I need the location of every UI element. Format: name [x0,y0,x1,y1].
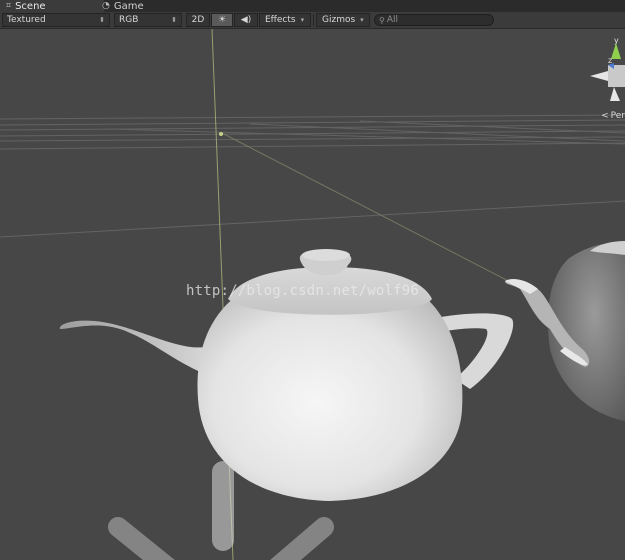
toggle-2d-button[interactable]: 2D [186,13,210,27]
gizmos-dropdown[interactable]: Gizmos ▾ [316,13,370,27]
scene-lighting-button[interactable]: ☀ [211,13,233,27]
tab-game[interactable]: ◔ Game [96,0,188,12]
scene-audio-button[interactable]: ◀) [234,13,258,27]
scene-toolbar: Textured ⬍ RGB ⬍ 2D ☀ ◀) Effects ▾ Gizmo… [0,12,625,29]
unity-editor: ⌗ Scene ◔ Game Textured ⬍ RGB ⬍ 2D ☀ ◀) … [0,0,625,560]
scene-grid [0,114,625,238]
watermark-text: http://blog.csdn.net/wolf96 [186,283,419,299]
speaker-icon: ◀) [240,15,252,25]
projection-toggle[interactable]: < Per [601,111,625,121]
gizmo-label-z: z [608,56,612,65]
chevron-down-icon: ▾ [300,16,305,24]
search-placeholder: All [386,15,399,25]
gizmo-axis-down-cone[interactable] [610,87,620,101]
teapot2-spout-tip [505,279,538,294]
teapot-body [197,282,463,501]
gizmo-axis-y-cone[interactable] [611,43,621,59]
updown-caret-icon: ⬍ [171,16,177,24]
gizmos-label: Gizmos [322,15,356,25]
search-icon: ⚲ [379,15,385,25]
hash-grid-icon: ⌗ [6,0,12,11]
draw-mode-value: Textured [7,15,46,25]
toolbar-divider [313,14,314,26]
gizmo-label-y: y [614,36,619,45]
world-origin-marker [219,132,223,136]
effects-label: Effects [265,15,296,25]
pacman-icon: ◔ [102,0,110,11]
tab-game-label: Game [113,0,144,12]
toggle-2d-label: 2D [191,15,205,25]
projection-label: Per [610,111,625,121]
render-mode-dropdown[interactable]: RGB ⬍ [114,13,182,27]
tab-scene-label: Scene [15,0,46,12]
teapot-object-2[interactable] [505,241,625,421]
chevron-down-icon: ▾ [360,16,364,24]
move-handle-vertical[interactable] [212,461,234,551]
gizmo-cube [608,65,625,87]
gizmo-axis-left-cone[interactable] [590,71,608,81]
teapot-knob-top [302,249,350,261]
orientation-gizmo[interactable]: y z [590,36,625,101]
effects-button[interactable]: Effects ▾ [259,13,311,27]
tab-bar: ⌗ Scene ◔ Game [0,0,625,12]
scene-search-input[interactable]: ⚲ All [374,14,494,26]
chevron-left-icon: < [601,111,609,121]
scene-viewport[interactable]: y z http://blog.csdn.net/wolf96 < Per [0,29,625,560]
move-handle-right[interactable] [270,517,334,560]
updown-caret-icon: ⬍ [99,16,105,24]
move-handle-left[interactable] [108,517,175,560]
teapot-spout [59,320,206,374]
sun-icon: ☀ [217,15,227,25]
draw-mode-dropdown[interactable]: Textured ⬍ [2,13,110,27]
tab-scene[interactable]: ⌗ Scene [0,0,104,12]
render-mode-value: RGB [119,15,139,25]
